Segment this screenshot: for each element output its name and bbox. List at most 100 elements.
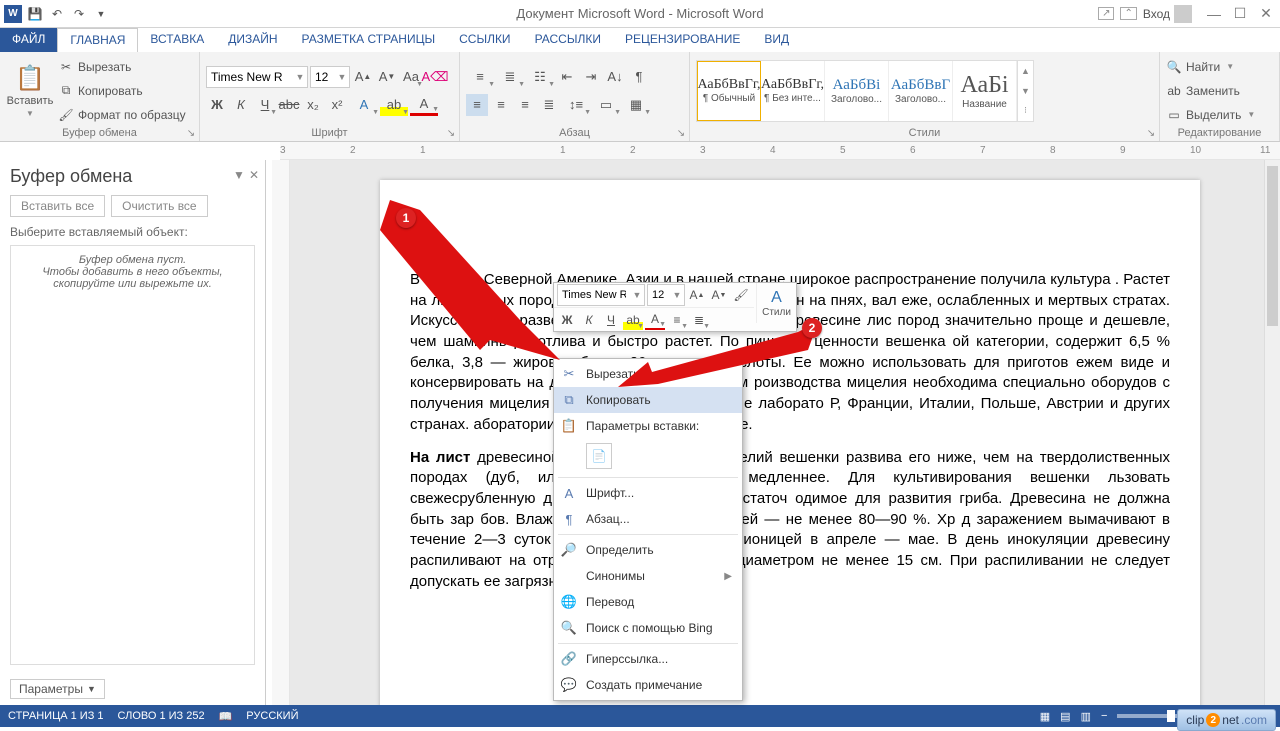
pane-options-button[interactable]: Параметры▼: [10, 679, 105, 699]
mt-bullets-icon[interactable]: ≡▼: [667, 310, 687, 330]
find-button[interactable]: 🔍Найти▼: [1166, 56, 1255, 78]
horizontal-ruler[interactable]: 3211234567891011121314151617: [280, 142, 1280, 160]
style-no-spacing[interactable]: АаБбВвГг,¶ Без инте...: [761, 61, 825, 121]
tab-file[interactable]: ФАЙЛ: [0, 28, 57, 52]
text-effects-icon[interactable]: A▼: [350, 94, 378, 116]
shading-icon[interactable]: ▭▼: [592, 94, 620, 116]
ctx-font[interactable]: AШрифт...: [554, 480, 742, 506]
ctx-paragraph[interactable]: ¶Абзац...: [554, 506, 742, 532]
mt-underline-icon[interactable]: Ч: [601, 310, 621, 330]
dialog-launcher-icon[interactable]: ↘: [185, 127, 197, 139]
mt-highlight-icon[interactable]: ab▼: [623, 310, 643, 330]
tab-view[interactable]: ВИД: [752, 28, 801, 52]
mt-bold-icon[interactable]: Ж: [557, 310, 577, 330]
minimize-icon[interactable]: —: [1202, 4, 1226, 24]
page[interactable]: В Европе, Северной Америке, Азии и в наш…: [380, 180, 1200, 705]
ctx-hyperlink[interactable]: 🔗Гиперссылка...: [554, 646, 742, 672]
outdent-icon[interactable]: ⇤: [556, 66, 578, 88]
ctx-copy[interactable]: ⧉Копировать: [554, 387, 742, 413]
style-heading1[interactable]: АаБбВіЗаголово...: [825, 61, 889, 121]
pane-close-icon[interactable]: ✕: [249, 168, 259, 182]
numbering-icon[interactable]: ≣▼: [496, 66, 524, 88]
sign-in-link[interactable]: Вход: [1143, 5, 1192, 23]
clear-format-icon[interactable]: A⌫: [424, 66, 446, 88]
superscript-icon[interactable]: x²: [326, 94, 348, 116]
qat-more-icon[interactable]: ▼: [92, 5, 110, 23]
indent-icon[interactable]: ⇥: [580, 66, 602, 88]
bold-icon[interactable]: Ж: [206, 94, 228, 116]
tab-design[interactable]: ДИЗАЙН: [216, 28, 289, 52]
status-language[interactable]: РУССКИЙ: [246, 710, 298, 722]
font-color-icon[interactable]: A▼: [410, 94, 438, 116]
dialog-launcher-icon[interactable]: ↘: [675, 127, 687, 139]
view-print-icon[interactable]: ▤: [1060, 710, 1070, 723]
font-family-combo[interactable]: ▼: [206, 66, 308, 88]
select-button[interactable]: ▭Выделить▼: [1166, 104, 1255, 126]
change-case-icon[interactable]: Aa▼: [400, 66, 422, 88]
shrink-font-icon[interactable]: A▼: [376, 66, 398, 88]
mt-font-combo[interactable]: ▼: [557, 284, 645, 306]
grow-font-icon[interactable]: A▲: [352, 66, 374, 88]
mt-grow-icon[interactable]: A▲: [687, 285, 707, 305]
close-icon[interactable]: ✕: [1254, 4, 1278, 24]
view-read-icon[interactable]: ▦: [1040, 710, 1050, 723]
copy-button[interactable]: ⧉Копировать: [58, 80, 186, 102]
status-proof-icon[interactable]: 📖: [219, 710, 233, 723]
styles-more-icon[interactable]: ▲▼⁝: [1017, 61, 1033, 121]
tab-insert[interactable]: ВСТАВКА: [138, 28, 216, 52]
ctx-synonyms[interactable]: Синонимы▶: [554, 563, 742, 589]
align-right-icon[interactable]: ≡: [514, 94, 536, 116]
paste-button[interactable]: 📋 Вставить ▼: [6, 56, 54, 126]
mt-italic-icon[interactable]: К: [579, 310, 599, 330]
redo-icon[interactable]: ↷: [70, 5, 88, 23]
ctx-cut[interactable]: ✂Вырезать: [554, 361, 742, 387]
tab-review[interactable]: РЕЦЕНЗИРОВАНИЕ: [613, 28, 752, 52]
align-center-icon[interactable]: ≡: [490, 94, 512, 116]
ctx-new-comment[interactable]: 💬Создать примечание: [554, 672, 742, 698]
style-title[interactable]: АаБіНазвание: [953, 61, 1017, 121]
zoom-out-icon[interactable]: −: [1101, 710, 1107, 722]
vertical-scrollbar[interactable]: [1264, 160, 1280, 705]
dialog-launcher-icon[interactable]: ↘: [1145, 127, 1157, 139]
strike-icon[interactable]: abc: [278, 94, 300, 116]
status-words[interactable]: СЛОВО 1 ИЗ 252: [118, 710, 205, 722]
italic-icon[interactable]: К: [230, 94, 252, 116]
cut-button[interactable]: ✂Вырезать: [58, 56, 186, 78]
ctx-translate[interactable]: 🌐Перевод: [554, 589, 742, 615]
undo-icon[interactable]: ↶: [48, 5, 66, 23]
status-page[interactable]: СТРАНИЦА 1 ИЗ 1: [8, 710, 104, 722]
read-mode-icon[interactable]: ↗: [1098, 7, 1114, 20]
pane-options-icon[interactable]: ▼: [233, 168, 245, 182]
sort-icon[interactable]: A↓: [604, 66, 626, 88]
ctx-bing-search[interactable]: 🔍Поиск с помощью Bing: [554, 615, 742, 641]
mt-font-color-icon[interactable]: A▼: [645, 310, 665, 330]
underline-icon[interactable]: Ч▼: [254, 94, 276, 116]
mt-shrink-icon[interactable]: A▼: [709, 285, 729, 305]
style-heading2[interactable]: АаБбВвГЗаголово...: [889, 61, 953, 121]
style-normal[interactable]: АаБбВвГг,¶ Обычный: [697, 61, 761, 121]
ctx-paste-keep-text[interactable]: 📄: [586, 443, 612, 469]
scrollbar-thumb[interactable]: [1267, 166, 1278, 326]
format-painter-button[interactable]: 🖌Формат по образцу: [58, 104, 186, 126]
bullets-icon[interactable]: ≡▼: [466, 66, 494, 88]
tab-home[interactable]: ГЛАВНАЯ: [57, 28, 138, 52]
clear-all-button[interactable]: Очистить все: [111, 195, 207, 217]
borders-icon[interactable]: ▦▼: [622, 94, 650, 116]
tab-layout[interactable]: РАЗМЕТКА СТРАНИЦЫ: [290, 28, 448, 52]
tab-mailings[interactable]: РАССЫЛКИ: [523, 28, 613, 52]
font-size-combo[interactable]: ▼: [310, 66, 350, 88]
styles-gallery[interactable]: АаБбВвГг,¶ Обычный АаБбВвГг,¶ Без инте..…: [696, 60, 1034, 122]
align-left-icon[interactable]: ≡: [466, 94, 488, 116]
mt-styles-button[interactable]: AСтили: [756, 283, 796, 323]
dialog-launcher-icon[interactable]: ↘: [445, 127, 457, 139]
save-icon[interactable]: 💾: [26, 5, 44, 23]
line-spacing-icon[interactable]: ↕≡▼: [562, 94, 590, 116]
mt-size-combo[interactable]: ▼: [647, 284, 685, 306]
replace-button[interactable]: abЗаменить: [1166, 80, 1255, 102]
subscript-icon[interactable]: x₂: [302, 94, 324, 116]
mt-numbering-icon[interactable]: ≣▼: [689, 310, 709, 330]
align-justify-icon[interactable]: ≣: [538, 94, 560, 116]
paste-all-button[interactable]: Вставить все: [10, 195, 105, 217]
show-marks-icon[interactable]: ¶: [628, 66, 650, 88]
vertical-ruler[interactable]: [272, 160, 290, 705]
